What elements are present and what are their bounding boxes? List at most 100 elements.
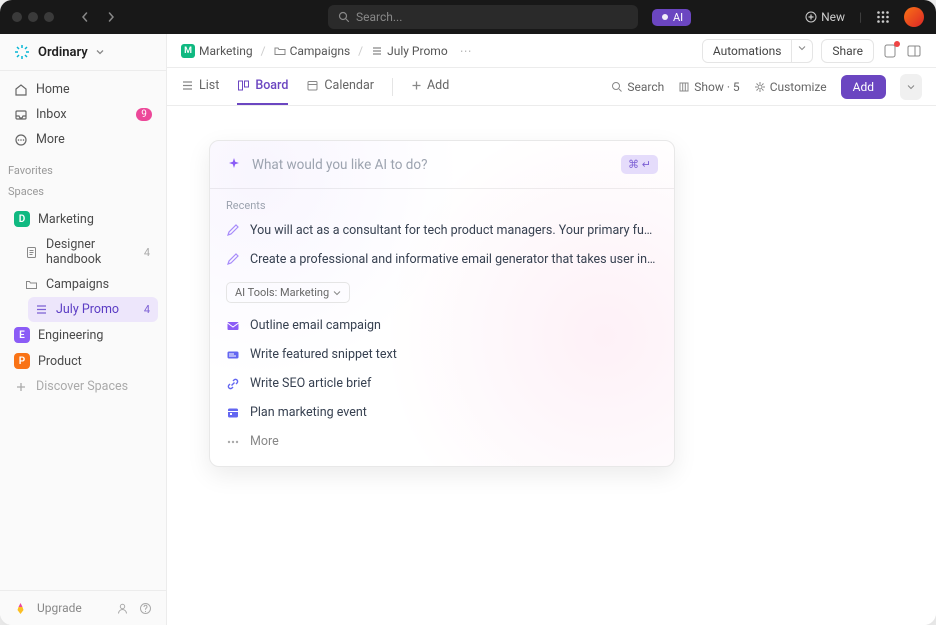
recents-header: Recents — [210, 189, 674, 216]
space-letter-icon: E — [14, 327, 30, 343]
sparkle-icon — [660, 12, 670, 22]
forward-button[interactable] — [100, 6, 122, 28]
tool-event[interactable]: Plan marketing event — [210, 398, 674, 427]
user-avatar[interactable] — [904, 7, 924, 27]
workspace-logo-icon — [14, 44, 30, 60]
recent-item-1[interactable]: Create a professional and informative em… — [210, 245, 674, 274]
chevron-down-icon — [333, 289, 341, 297]
space-letter-icon: P — [14, 353, 30, 369]
show-button[interactable]: Show · 5 — [678, 80, 739, 94]
sidebar-home[interactable]: Home — [8, 77, 158, 102]
favorites-header: Favorites — [0, 158, 166, 179]
doc-icon — [24, 245, 38, 259]
list-icon — [371, 45, 383, 57]
sidebar-july-promo[interactable]: July Promo 4 — [28, 297, 158, 322]
ai-more[interactable]: More — [210, 427, 674, 456]
view-tabs: List Board Calendar Add — [167, 68, 936, 106]
apps-grid-icon[interactable] — [876, 10, 890, 24]
plus-icon — [14, 380, 28, 394]
search-button[interactable]: Search — [611, 80, 664, 94]
card-icon — [226, 348, 240, 362]
discover-spaces[interactable]: Discover Spaces — [8, 374, 158, 399]
pencil-icon — [226, 224, 240, 238]
tab-list[interactable]: List — [181, 68, 219, 105]
crumb-campaigns[interactable]: Campaigns — [274, 44, 351, 58]
tab-board[interactable]: Board — [237, 68, 288, 105]
home-icon — [14, 83, 28, 97]
ai-input[interactable]: What would you like AI to do? ⌘ ↵ — [210, 141, 674, 188]
customize-button[interactable]: Customize — [754, 80, 827, 94]
ai-tools-dropdown[interactable]: AI Tools: Marketing — [226, 282, 350, 303]
automations-button[interactable]: Automations — [703, 40, 792, 62]
breadcrumb-more-icon[interactable]: ⋯ — [460, 44, 472, 58]
space-product[interactable]: P Product — [8, 348, 158, 374]
keyboard-shortcut: ⌘ ↵ — [621, 155, 658, 174]
ai-panel: What would you like AI to do? ⌘ ↵ Recent… — [209, 140, 675, 467]
tool-outline-email[interactable]: Outline email campaign — [210, 311, 674, 340]
add-button[interactable]: Add — [841, 75, 886, 99]
spaces-header: Spaces — [0, 179, 166, 200]
inbox-icon — [14, 108, 28, 122]
crumb-marketing[interactable]: M Marketing — [181, 44, 253, 58]
space-letter-icon: D — [14, 211, 30, 227]
search-icon — [611, 81, 623, 93]
folder-icon — [274, 45, 286, 57]
space-marketing[interactable]: D Marketing — [8, 206, 158, 232]
sidebar-inbox[interactable]: Inbox 9 — [8, 102, 158, 127]
inbox-badge: 9 — [136, 108, 152, 121]
space-engineering[interactable]: E Engineering — [8, 322, 158, 348]
tool-seo[interactable]: Write SEO article brief — [210, 369, 674, 398]
automations-dropdown[interactable] — [791, 40, 812, 62]
more-circle-icon — [14, 133, 28, 147]
notification-icon[interactable] — [882, 43, 898, 59]
sidebar-more[interactable]: More — [8, 127, 158, 152]
new-button[interactable]: New — [805, 10, 845, 24]
list-icon — [181, 79, 194, 92]
calendar-icon — [226, 406, 240, 420]
search-icon — [338, 11, 350, 23]
sidebar-designer-handbook[interactable]: Designer handbook 4 — [18, 232, 158, 272]
list-icon — [34, 303, 48, 317]
upgrade-link[interactable]: Upgrade — [37, 601, 106, 615]
minimize-dot[interactable] — [28, 12, 38, 22]
chevron-down-icon — [96, 48, 104, 56]
main-content: M Marketing / Campaigns / July Promo ⋯ A… — [167, 34, 936, 625]
add-dropdown[interactable] — [900, 74, 922, 100]
breadcrumb-bar: M Marketing / Campaigns / July Promo ⋯ A… — [167, 34, 936, 68]
recent-item-0[interactable]: You will act as a consultant for tech pr… — [210, 216, 674, 245]
link-icon — [226, 377, 240, 391]
plus-icon — [411, 80, 422, 91]
maximize-dot[interactable] — [44, 12, 54, 22]
ai-chip[interactable]: AI — [652, 9, 691, 26]
mail-icon — [226, 319, 240, 333]
sidebar-campaigns[interactable]: Campaigns — [18, 272, 158, 297]
tab-add-view[interactable]: Add — [411, 68, 449, 105]
search-placeholder: Search... — [356, 10, 402, 24]
tool-snippet[interactable]: Write featured snippet text — [210, 340, 674, 369]
ai-placeholder: What would you like AI to do? — [252, 157, 611, 173]
columns-icon — [678, 81, 690, 93]
titlebar: Search... AI New | — [0, 0, 936, 34]
calendar-icon — [306, 79, 319, 92]
workspace-name: Ordinary — [38, 45, 88, 60]
pencil-icon — [226, 253, 240, 267]
person-icon[interactable] — [116, 602, 129, 615]
traffic-lights — [12, 12, 54, 22]
board-icon — [237, 79, 250, 92]
panel-toggle-icon[interactable] — [906, 43, 922, 59]
help-icon[interactable] — [139, 602, 152, 615]
tab-calendar[interactable]: Calendar — [306, 68, 374, 105]
more-icon — [226, 435, 240, 449]
global-search[interactable]: Search... — [328, 5, 638, 29]
crumb-july-promo[interactable]: July Promo — [371, 44, 448, 58]
sparkle-icon — [226, 157, 242, 173]
back-button[interactable] — [74, 6, 96, 28]
workspace-switcher[interactable]: Ordinary — [0, 34, 166, 71]
folder-icon — [24, 278, 38, 292]
sidebar: Ordinary Home Inbox 9 More Favorite — [0, 34, 167, 625]
plus-circle-icon — [805, 11, 817, 23]
gear-icon — [754, 81, 766, 93]
upgrade-icon — [14, 602, 27, 615]
close-dot[interactable] — [12, 12, 22, 22]
share-button[interactable]: Share — [821, 39, 874, 63]
